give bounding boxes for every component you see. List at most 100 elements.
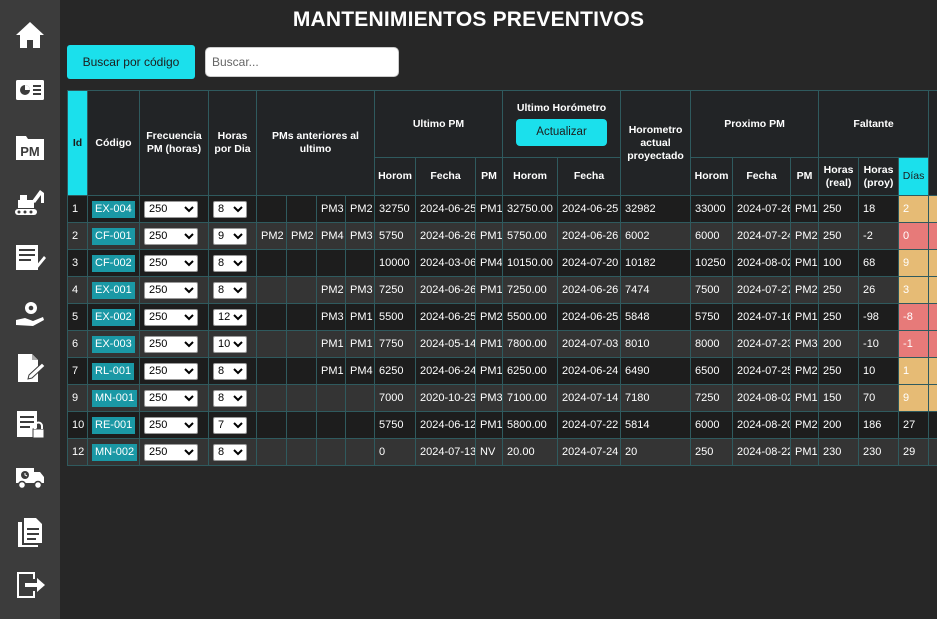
nav-checklist[interactable] xyxy=(8,402,52,446)
header-uh-horom[interactable]: Horom xyxy=(502,157,559,196)
frecuencia-select[interactable]: 250500 xyxy=(144,308,198,326)
header-horas-real[interactable]: Horas (real) xyxy=(818,157,860,196)
header-ultimo-horom[interactable]: Horom xyxy=(374,157,416,196)
horas-dia-select[interactable]: 67891012 xyxy=(213,308,247,326)
header-pms-anteriores[interactable]: PMs anteriores al ultimo xyxy=(256,90,375,196)
nav-documentos[interactable] xyxy=(8,510,52,554)
header-ultimo-pm[interactable]: Ultimo PM xyxy=(373,90,504,158)
cell-pm-anterior: PM2 xyxy=(345,195,375,223)
nav-salir[interactable] xyxy=(8,563,52,607)
header-horas-proy[interactable]: Horas (proy) xyxy=(858,157,900,196)
horas-dia-select[interactable]: 67891012 xyxy=(213,335,247,353)
frecuencia-select[interactable]: 250500 xyxy=(144,254,198,272)
ultimo-horometro-label: Ultimo Horómetro xyxy=(516,102,607,114)
header-horas-dia[interactable]: Horas por Dia xyxy=(208,90,257,196)
table-row[interactable]: 2CF-00125050067891012PM2PM2PM4PM35750202… xyxy=(67,222,937,250)
horas-dia-select[interactable]: 67891012 xyxy=(213,200,247,218)
cell-horas-real: 250 xyxy=(818,303,860,331)
equipment-code-badge[interactable]: RE-001 xyxy=(92,416,136,434)
cell-proximo-pm: PM2 xyxy=(790,276,820,304)
cell-proximo-pm: PM2 xyxy=(790,411,820,439)
cell-ultimo-horom: 7750 xyxy=(374,330,416,358)
cell-horas-dia: 67891012 xyxy=(208,438,257,466)
frecuencia-select[interactable]: 250500 xyxy=(144,227,198,245)
header-ultimo-pm-col[interactable]: PM xyxy=(474,157,504,196)
equipment-code-badge[interactable]: EX-003 xyxy=(92,335,135,353)
table-row[interactable]: 12MN-002 250500 67891012 02024-07-13NV20.00… xyxy=(67,438,937,466)
frecuencia-select[interactable]: 250500 xyxy=(144,200,198,218)
frecuencia-select[interactable]: 250500 xyxy=(144,362,198,380)
horas-dia-select[interactable]: 67891012 xyxy=(213,443,247,461)
header-id[interactable]: Id xyxy=(67,90,88,196)
page-title: MANTENIMIENTOS PREVENTIVOS xyxy=(292,8,645,31)
cell-ultimo-horom: 5750 xyxy=(374,411,416,439)
header-frecuencia[interactable]: Frecuencia PM (horas) xyxy=(139,90,209,196)
equipment-code-badge[interactable]: EX-001 xyxy=(92,281,135,299)
header-dias[interactable]: Días xyxy=(898,157,930,196)
horas-dia-select[interactable]: 67891012 xyxy=(213,389,247,407)
header-uh-fecha[interactable]: Fecha xyxy=(557,157,622,196)
cell-frecuencia: 250500 xyxy=(139,384,209,412)
frecuencia-select[interactable]: 250500 xyxy=(144,335,198,353)
search-input[interactable] xyxy=(205,47,399,77)
equipment-code-badge[interactable]: EX-002 xyxy=(92,308,135,326)
nav-home[interactable] xyxy=(8,13,52,57)
horas-dia-select[interactable]: 67891012 xyxy=(213,362,247,380)
frecuencia-select[interactable]: 250500 xyxy=(144,389,198,407)
frecuencia-select[interactable]: 250500 xyxy=(144,443,198,461)
pm-table-container[interactable]: Id Código Frecuencia PM (horas) Horas po… xyxy=(67,90,937,470)
cell-pm-anterior xyxy=(286,249,317,277)
header-horometro-actual[interactable]: Horometro actual proyectado xyxy=(620,90,692,196)
cell-horas-proy: -2 xyxy=(858,222,900,250)
equipment-code-badge[interactable]: EX-004 xyxy=(92,200,135,218)
horas-dia-select[interactable]: 67891012 xyxy=(213,281,247,299)
nav-documento[interactable] xyxy=(8,346,52,390)
cell-pm-anterior xyxy=(286,276,317,304)
cell-frecuencia: 250500 xyxy=(139,411,209,439)
horas-dia-select[interactable]: 67891012 xyxy=(213,416,247,434)
equipment-code-badge[interactable]: RL-001 xyxy=(92,362,135,380)
header-codigo[interactable]: Código xyxy=(87,90,140,196)
cell-pm-anterior: PM3 xyxy=(316,195,346,223)
cell-horas-dia: 67891012 xyxy=(208,384,257,412)
header-faltante[interactable]: Faltante xyxy=(818,90,930,158)
nav-servicio[interactable] xyxy=(8,292,52,336)
frecuencia-select[interactable]: 250500 xyxy=(144,281,198,299)
header-proximo-pm[interactable]: Proximo PM xyxy=(690,90,820,158)
equipment-code-badge[interactable]: CF-002 xyxy=(92,254,135,272)
frecuencia-select[interactable]: 250500 xyxy=(144,416,198,434)
cell-uh-horom: 7100.00 xyxy=(502,384,559,412)
table-row[interactable]: 4EX-00125050067891012PM2PM372502024-06-2… xyxy=(67,276,937,304)
equipment-code-badge[interactable]: MN-002 xyxy=(92,443,138,461)
table-row[interactable]: 10RE-0012505006789101257502024-06-12PM15… xyxy=(67,411,937,439)
table-row[interactable]: 3CF-00225050067891012100002024-03-06PM41… xyxy=(67,249,937,277)
cell-proximo-pm: PM2 xyxy=(790,222,820,250)
cell-pm-anterior xyxy=(256,357,287,385)
cell-id: 2 xyxy=(67,222,88,250)
equipment-code-badge[interactable]: MN-001 xyxy=(92,389,138,407)
actualizar-button[interactable]: Actualizar xyxy=(516,119,607,146)
table-row[interactable]: 6EX-00325050067891012PM1PM177502024-05-1… xyxy=(67,330,937,358)
table-row[interactable]: 7RL-00125050067891012PM1PM462502024-06-2… xyxy=(67,357,937,385)
horas-dia-select[interactable]: 67891012 xyxy=(213,227,247,245)
header-proximo-fecha[interactable]: Fecha xyxy=(732,157,792,196)
cell-proximo-fecha: 2024-08-20 xyxy=(732,411,792,439)
header-proximo-horom[interactable]: Horom xyxy=(690,157,734,196)
table-row[interactable]: 5EX-00225050067891012PM3PM155002024-06-2… xyxy=(67,303,937,331)
delivery-truck-icon xyxy=(16,468,44,490)
cell-proximo-horom: 33000 xyxy=(690,195,734,223)
nav-equipos[interactable] xyxy=(8,180,52,224)
nav-pm[interactable]: PM xyxy=(8,125,52,169)
header-proximo-pm-col[interactable]: PM xyxy=(790,157,820,196)
table-row[interactable]: 9MN-0012505006789101270002020-10-23PM371… xyxy=(67,384,937,412)
search-by-code-button[interactable]: Buscar por código xyxy=(67,45,195,79)
cell-uh-fecha: 2024-06-26 xyxy=(557,276,622,304)
header-ultimo-fecha[interactable]: Fecha xyxy=(415,157,476,196)
horas-dia-select[interactable]: 67891012 xyxy=(213,254,247,272)
nav-envios[interactable] xyxy=(8,455,52,499)
cell-horas-real: 250 xyxy=(818,195,860,223)
table-row[interactable]: 1EX-00425050067891012PM3PM2327502024-06-… xyxy=(67,195,937,223)
nav-listado[interactable] xyxy=(8,235,52,279)
equipment-code-badge[interactable]: CF-001 xyxy=(92,227,135,245)
nav-dashboard[interactable] xyxy=(8,68,52,112)
